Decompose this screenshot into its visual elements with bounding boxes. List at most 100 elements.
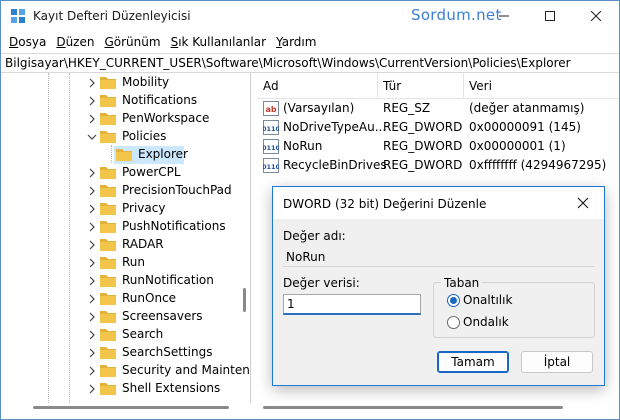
tree-item-label: SearchSettings [122,345,213,359]
cancel-button[interactable]: İptal [521,351,593,373]
binary-value-icon: 0110 [263,139,279,154]
edit-dword-dialog: DWORD (32 bit) Değerini Düzenle Değer ad… [272,186,605,386]
svg-text:0110: 0110 [263,163,279,171]
column-header-name[interactable]: Ad [263,79,279,93]
close-icon [591,11,601,21]
title-bar: Kayıt Defteri Düzenleyicisi Sordum.net [1,1,619,31]
menu-duzen[interactable]: Düzen [52,35,100,49]
tree-item-privacy[interactable]: Privacy [1,200,241,218]
column-header-data[interactable]: Veri [469,79,492,93]
tree-item-label: Mobility [122,75,170,89]
tree-item-label: Screensavers [122,309,203,323]
tree-item-radar[interactable]: RADAR [1,236,241,254]
tree-item-shell-extensions[interactable]: Shell Extensions [1,380,241,398]
tree-item-policies[interactable]: Policies [1,128,241,146]
folder-icon [100,293,116,305]
value-type-cell: REG_DWORD [383,158,463,172]
folder-icon [100,257,116,269]
chevron-right-icon[interactable] [87,221,97,233]
value-data-input[interactable] [283,294,421,315]
value-data-cell: (değer atanmamış) [469,101,585,115]
chevron-right-icon[interactable] [87,257,97,269]
value-row[interactable]: 0110 RecycleBinDrives REG_DWORD 0xffffffff … [257,156,619,175]
chevron-right-icon[interactable] [87,347,97,359]
folder-icon [100,95,116,107]
chevron-right-icon[interactable] [87,77,97,89]
folder-icon [100,329,116,341]
tree-item-runnotification[interactable]: RunNotification [1,272,241,290]
ok-button[interactable]: Tamam [437,351,509,373]
base-decimal-label: Ondalık [463,315,509,329]
base-hex-radio[interactable]: Onaltılık [447,293,587,309]
tree-item-runonce[interactable]: RunOnce [1,290,241,308]
menu-gorunum[interactable]: Görünüm [100,35,166,49]
dialog-close-icon[interactable] [575,195,591,211]
value-row[interactable]: ab (Varsayılan) REG_SZ (değer atanmamış) [257,99,619,118]
tree-item-notifications[interactable]: Notifications [1,92,241,110]
value-row[interactable]: 0110 NoDriveTypeAu... REG_DWORD 0x00000091 … [257,118,619,137]
chevron-right-icon[interactable] [87,311,97,323]
folder-icon [100,167,116,179]
chevron-right-icon[interactable] [87,365,97,377]
base-decimal-radio[interactable]: Ondalık [447,315,587,331]
address-bar[interactable]: Bilgisayar\HKEY_CURRENT_USER\Software\Mi… [1,53,619,73]
menu-dosya[interactable]: Dosya [5,35,52,49]
chevron-right-icon[interactable] [87,167,97,179]
tree-item-penworkspace[interactable]: PenWorkspace [1,110,241,128]
tree-item-pushnotifications[interactable]: PushNotifications [1,218,241,236]
tree-vertical-scrollbar[interactable] [243,288,246,312]
column-separator[interactable] [463,73,464,99]
registry-app-icon [11,9,25,23]
tree-item-label: Shell Extensions [122,381,221,395]
chevron-right-icon[interactable] [87,329,97,341]
folder-icon [100,365,116,377]
folder-icon [100,383,116,395]
tree-item-screensavers[interactable]: Screensavers [1,308,241,326]
folder-icon [116,149,132,161]
tree-item-powercpl[interactable]: PowerCPL [1,164,241,182]
chevron-right-icon[interactable] [87,95,97,107]
tree-item-search[interactable]: Search [1,326,241,344]
chevron-down-icon[interactable] [87,131,97,143]
radio-unchecked-icon [447,316,460,329]
tree-item-label: RunNotification [122,273,214,287]
list-horizontal-scrollbar[interactable] [263,406,563,409]
maximize-button[interactable] [527,1,573,31]
chevron-right-icon[interactable] [87,113,97,125]
tree-item-precisiontouchpad[interactable]: PrecisionTouchPad [1,182,241,200]
menu-yardim[interactable]: Yardım [272,35,322,49]
value-name-cell: (Varsayılan) [283,101,355,115]
folder-icon [100,221,116,233]
column-separator[interactable] [377,73,378,99]
menu-sik-kullanilanlar[interactable]: Sık Kullanılanlar [167,35,272,49]
chevron-right-icon[interactable] [87,275,97,287]
tree-item-searchsettings[interactable]: SearchSettings [1,344,241,362]
minimize-button[interactable] [481,1,527,31]
column-header-type[interactable]: Tür [383,79,401,93]
tree-item-label: Notifications [122,93,198,107]
dialog-title: DWORD (32 bit) Değerini Düzenle [283,197,487,211]
binary-value-icon: 0110 [263,158,279,173]
value-data-cell: 0x00000001 (1) [469,139,566,153]
chevron-right-icon[interactable] [87,239,97,251]
chevron-right-icon[interactable] [87,185,97,197]
close-window-button[interactable] [573,1,619,31]
chevron-right-icon[interactable] [87,383,97,395]
tree-item-label: RunOnce [122,291,177,305]
folder-icon [100,203,116,215]
tree-item-label: PrecisionTouchPad [122,183,232,197]
value-type-cell: REG_SZ [383,101,431,115]
value-row[interactable]: 0110 NoRun REG_DWORD 0x00000001 (1) [257,137,619,156]
tree-horizontal-scrollbar[interactable] [33,406,229,409]
tree-item-mobility[interactable]: Mobility [1,74,241,92]
chevron-right-icon[interactable] [87,203,97,215]
tree-item-run[interactable]: Run [1,254,241,272]
key-tree-pane[interactable]: Mobility Notifications PenWorkspace Policie… [1,73,251,403]
menu-bar: Dosya Düzen Görünüm Sık Kullanılanlar Ya… [1,31,619,53]
svg-text:0110: 0110 [263,144,279,152]
radio-checked-icon [447,294,460,307]
value-name-field: NoRun [283,247,595,267]
tree-item-security-and-mainten[interactable]: Security and Mainten [1,362,250,380]
chevron-right-icon[interactable] [87,293,97,305]
tree-item-explorer[interactable]: Explorer [1,146,241,164]
